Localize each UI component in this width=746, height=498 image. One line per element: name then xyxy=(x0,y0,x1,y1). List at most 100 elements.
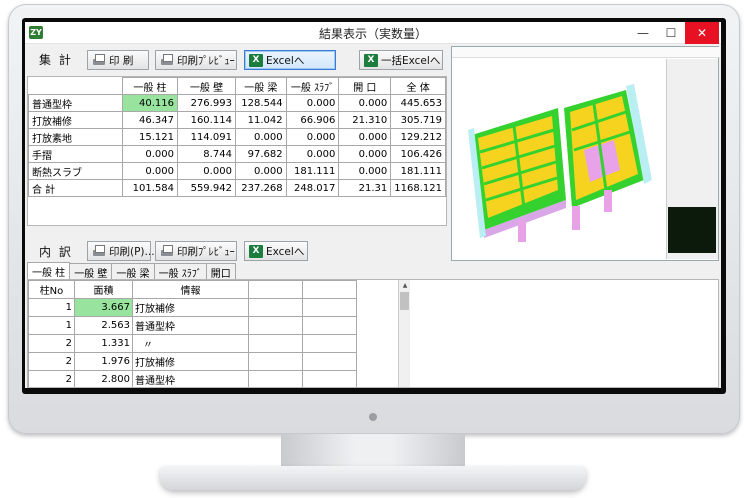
cell[interactable]: 2 xyxy=(28,370,75,387)
cell[interactable] xyxy=(302,298,357,317)
summary-row[interactable]: 打放補修 46.347 160.114 11.042 66.906 21.310… xyxy=(28,111,446,129)
cell[interactable]: 普通型枠 xyxy=(132,370,249,387)
cell[interactable]: 97.682 xyxy=(234,145,287,163)
cell[interactable]: 2.563 xyxy=(74,316,133,335)
cell[interactable] xyxy=(248,298,303,317)
cell[interactable]: 248.017 xyxy=(285,179,340,197)
cell[interactable]: 101.584 xyxy=(121,179,179,197)
column-header: 一般 梁 xyxy=(234,77,287,95)
tab-beam[interactable]: 一般 梁 xyxy=(111,263,155,280)
cell[interactable]: 1 xyxy=(28,298,75,317)
summary-print-button[interactable]: 印 刷 xyxy=(87,50,149,70)
column xyxy=(572,206,580,230)
maximize-button[interactable]: ☐ xyxy=(657,22,685,44)
cell[interactable]: 0.000 xyxy=(285,145,340,163)
cell[interactable] xyxy=(302,352,357,371)
cell[interactable]: 1168.121 xyxy=(390,179,446,197)
cell[interactable]: 445.653 xyxy=(390,94,446,112)
cell[interactable] xyxy=(248,352,303,371)
cell[interactable]: 0.000 xyxy=(338,94,392,112)
cell[interactable]: 66.906 xyxy=(285,111,340,129)
cell[interactable]: 305.719 xyxy=(390,111,446,129)
cell[interactable]: 0.000 xyxy=(338,145,392,163)
summary-row[interactable]: 断熱スラブ 0.000 0.000 0.000 181.111 0.000 18… xyxy=(28,162,446,180)
tab-slab[interactable]: 一般 ｽﾗﾌﾞ xyxy=(153,263,207,280)
cell[interactable] xyxy=(248,370,303,387)
cell[interactable]: 0.000 xyxy=(285,128,340,146)
cell[interactable] xyxy=(248,316,303,335)
cell[interactable]: 181.111 xyxy=(390,162,446,180)
cell[interactable]: 打放補修 xyxy=(132,298,249,317)
cell[interactable]: 21.31 xyxy=(338,179,392,197)
cell[interactable]: 181.111 xyxy=(285,162,340,180)
cell[interactable]: 8.744 xyxy=(177,145,236,163)
summary-preview-button[interactable]: 印刷ﾌﾟﾚﾋﾞｭｰ xyxy=(155,50,237,70)
cell[interactable]: 0.000 xyxy=(234,128,287,146)
printer-icon xyxy=(160,53,174,67)
cell[interactable] xyxy=(302,370,357,387)
cell[interactable]: 0.000 xyxy=(285,94,340,112)
detail-preview-button[interactable]: 印刷ﾌﾟﾚﾋﾞｭｰ xyxy=(155,241,237,261)
vertical-scrollbar[interactable]: ▲ xyxy=(398,280,411,387)
cell[interactable]: 1 xyxy=(28,316,75,335)
scroll-thumb[interactable] xyxy=(400,292,409,310)
detail-print-button[interactable]: 印刷(P)... xyxy=(87,241,155,261)
cell[interactable]: 15.121 xyxy=(121,128,179,146)
cell[interactable]: 0.000 xyxy=(121,145,179,163)
cell[interactable]: 46.347 xyxy=(121,111,179,129)
detail-row[interactable]: 2 2.800 普通型枠 xyxy=(28,370,357,387)
cell[interactable]: 559.942 xyxy=(177,179,236,197)
cell[interactable] xyxy=(302,334,357,353)
batch-excel-button[interactable]: X 一括Excelへ xyxy=(359,50,443,70)
cell[interactable]: 2 xyxy=(28,352,75,371)
column xyxy=(518,220,526,242)
cell[interactable]: 打放補修 xyxy=(132,352,249,371)
cell[interactable] xyxy=(248,334,303,353)
detail-table: 柱No 面積 情報 1 3.667 打放補修 1 2.563 普通型枠 2 1.… xyxy=(28,280,357,387)
cell[interactable]: 128.544 xyxy=(234,94,287,112)
cell[interactable]: 0.000 xyxy=(338,162,392,180)
cell[interactable]: 129.212 xyxy=(390,128,446,146)
summary-row[interactable]: 打放素地 15.121 114.091 0.000 0.000 0.000 12… xyxy=(28,128,446,146)
cell[interactable]: 11.042 xyxy=(234,111,287,129)
cell[interactable]: 106.426 xyxy=(390,145,446,163)
detail-tabs: 一般 柱 一般 壁 一般 梁 一般 ｽﾗﾌﾞ 開口 xyxy=(27,262,236,280)
3d-preview-panel[interactable] xyxy=(451,46,720,261)
cell[interactable]: 〃 xyxy=(132,334,249,353)
cell[interactable]: 1.331 xyxy=(74,334,133,353)
cell[interactable]: 0.000 xyxy=(338,128,392,146)
cell[interactable]: 276.993 xyxy=(177,94,236,112)
detail-row[interactable]: 1 2.563 普通型枠 xyxy=(28,316,357,335)
cell[interactable]: 1.976 xyxy=(74,352,133,371)
cell[interactable]: 2.800 xyxy=(74,370,133,387)
cell[interactable]: 普通型枠 xyxy=(132,316,249,335)
3d-model-view[interactable] xyxy=(454,60,666,260)
detail-row[interactable]: 1 3.667 打放補修 xyxy=(28,298,357,317)
summary-total-row[interactable]: 合 計 101.584 559.942 237.268 248.017 21.3… xyxy=(28,179,446,197)
cell[interactable]: 21.310 xyxy=(338,111,392,129)
cell[interactable]: 114.091 xyxy=(177,128,236,146)
cell[interactable]: 2 xyxy=(28,334,75,353)
detail-row[interactable]: 2 1.976 打放補修 xyxy=(28,352,357,371)
cell[interactable]: 3.667 xyxy=(74,298,133,317)
cell[interactable]: 237.268 xyxy=(234,179,287,197)
scroll-up-icon[interactable]: ▲ xyxy=(399,280,411,291)
cell[interactable]: 0.000 xyxy=(234,162,287,180)
summary-row[interactable]: 手摺 0.000 8.744 97.682 0.000 0.000 106.42… xyxy=(28,145,446,163)
cell[interactable]: 0.000 xyxy=(177,162,236,180)
tab-column[interactable]: 一般 柱 xyxy=(27,262,71,279)
tab-opening[interactable]: 開口 xyxy=(205,263,236,280)
cell[interactable]: 0.000 xyxy=(121,162,179,180)
cell[interactable] xyxy=(302,316,357,335)
summary-row[interactable]: 普通型枠 40.116 276.993 128.544 0.000 0.000 … xyxy=(28,94,446,112)
detail-row[interactable]: 2 1.331 〃 xyxy=(28,334,357,353)
minimize-button[interactable]: — xyxy=(629,22,657,44)
tab-wall[interactable]: 一般 壁 xyxy=(69,263,113,280)
close-button[interactable]: ✕ xyxy=(685,22,719,44)
summary-excel-button[interactable]: X Excelへ xyxy=(244,50,336,70)
detail-excel-button[interactable]: X Excelへ xyxy=(244,241,308,261)
cell[interactable]: 40.116 xyxy=(121,94,179,112)
preview-minimap xyxy=(668,207,716,253)
cell[interactable]: 160.114 xyxy=(177,111,236,129)
detail-header-row: 柱No 面積 情報 xyxy=(28,280,357,299)
